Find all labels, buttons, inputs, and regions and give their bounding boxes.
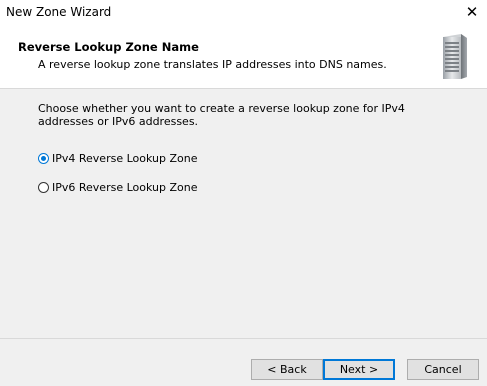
next-button[interactable]: Next > <box>323 359 395 380</box>
window-title: New Zone Wizard <box>6 5 112 19</box>
ipv6-label: IPv6 Reverse Lookup Zone <box>52 181 198 194</box>
ipv4-radio[interactable] <box>38 153 49 164</box>
close-button[interactable]: ✕ <box>457 0 487 24</box>
wizard-body: Choose whether you want to create a reve… <box>0 89 487 338</box>
ipv4-label: IPv4 Reverse Lookup Zone <box>52 152 198 165</box>
server-icon <box>443 34 467 79</box>
page-subtitle: A reverse lookup zone translates IP addr… <box>38 58 387 71</box>
cancel-button[interactable]: Cancel <box>407 359 479 380</box>
wizard-footer: < Back Next > Cancel <box>0 339 487 386</box>
ipv6-option[interactable]: IPv6 Reverse Lookup Zone <box>38 181 197 194</box>
prompt-text: Choose whether you want to create a reve… <box>38 102 405 128</box>
ipv6-radio[interactable] <box>38 182 49 193</box>
back-button[interactable]: < Back <box>251 359 323 380</box>
close-icon: ✕ <box>465 3 479 21</box>
ipv4-option[interactable]: IPv4 Reverse Lookup Zone <box>38 152 197 165</box>
wizard-header: Reverse Lookup Zone Name A reverse looku… <box>0 30 487 88</box>
title-bar: New Zone Wizard ✕ <box>0 0 487 24</box>
page-title: Reverse Lookup Zone Name <box>18 40 199 54</box>
